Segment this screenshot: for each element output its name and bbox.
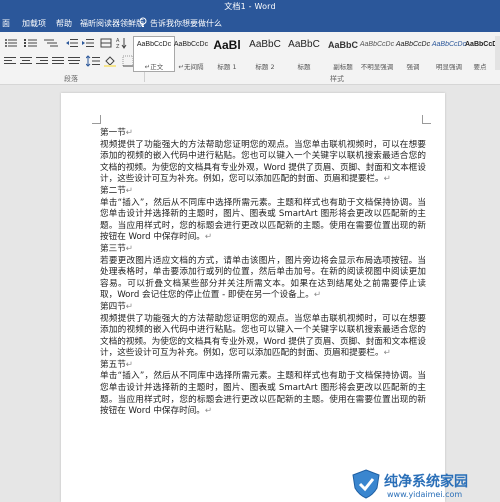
section-heading-3: 第三节↵ — [100, 244, 426, 256]
style-name: 明显强调 — [436, 63, 462, 71]
justify-icon[interactable] — [52, 56, 64, 66]
increase-indent-icon[interactable] — [82, 38, 94, 48]
style-strong[interactable]: AaBbCcDc 要点 — [464, 36, 496, 72]
document-body[interactable]: 第一节↵ 视频提供了功能强大的方法帮助您证明您的观点。当您单击联机视频时，可以在… — [100, 128, 426, 418]
paragraph-text: 第三节 — [100, 243, 126, 254]
style-preview: AaBbCcDc — [359, 41, 395, 48]
paragraph-mark: ↵ — [125, 185, 133, 196]
style-preview: AaBbCcDc — [465, 41, 495, 48]
styles-gallery-scrollbar[interactable] — [495, 36, 500, 70]
style-name: 强调 — [406, 63, 420, 71]
style-name: 不明显强调 — [360, 63, 394, 71]
style-name: 标题 2 — [255, 63, 275, 71]
paragraph-mark: ↵ — [204, 232, 213, 243]
paragraph-text: 第一节 — [100, 128, 126, 138]
style-heading-2[interactable]: AaBbC 标题 2 — [244, 36, 286, 72]
line-spacing-icon[interactable] — [86, 55, 100, 67]
section-heading-2: 第二节↵ — [100, 186, 426, 198]
tab-help[interactable]: 帮助 — [56, 18, 72, 29]
section-heading-1: 第一节↵ — [100, 128, 426, 140]
paragraph-text: 第二节 — [100, 185, 126, 196]
paragraph-text: 第四节 — [100, 301, 126, 312]
document-page[interactable]: 第一节↵ 视频提供了功能强大的方法帮助您证明您的观点。当您单击联机视频时，可以在… — [61, 93, 445, 502]
ribbon-tabs: 面 加载项 帮助 福昕阅读器领鲜版 告诉我你想要做什么 — [0, 14, 500, 32]
chinese-layout-icon[interactable] — [100, 37, 112, 49]
styles-group-label: 样式 — [330, 75, 344, 83]
paragraph-group-label: 段落 — [64, 75, 78, 83]
tab-addins[interactable]: 加载项 — [22, 18, 46, 29]
paragraph-mark: ↵ — [313, 290, 322, 301]
window-title: 文档1 - Word — [224, 2, 276, 11]
tab-view[interactable]: 面 — [2, 18, 10, 29]
paragraph-text: 若要更改图片适应文档的方式，请单击该图片，图片旁边将会显示布局选项按钮。当处理表… — [100, 255, 426, 301]
margin-corner-top-left — [92, 115, 101, 124]
tell-me-box[interactable]: 告诉我你想要做什么 — [138, 17, 278, 29]
section-paragraph-3: 若要更改图片适应文档的方式，请单击该图片，图片旁边将会显示布局选项按钮。当处理表… — [100, 256, 426, 302]
style-name: ↵无间隔 — [178, 63, 204, 71]
style-normal[interactable]: AaBbCcDc ↵正文 — [133, 36, 175, 72]
paragraph-text: 视频提供了功能强大的方法帮助您证明您的观点。当您单击联机视频时，可以在想要添加的… — [100, 313, 426, 359]
align-left-icon[interactable] — [4, 56, 16, 66]
bullets-icon[interactable] — [4, 38, 18, 48]
style-heading-1[interactable]: AaBl 标题 1 — [206, 36, 248, 72]
section-paragraph-2: 单击“插入”，然后从不同库中选择所需元素。主题和样式也有助于文档保持协调。当您单… — [100, 198, 426, 244]
style-name: 标题 — [297, 63, 311, 71]
multilevel-list-icon[interactable] — [44, 38, 58, 48]
paragraph-mark: ↵ — [125, 301, 133, 312]
site-watermark: 纯净系统家园 www.yidaimei.com — [351, 468, 500, 502]
align-right-icon[interactable] — [36, 56, 48, 66]
tab-foxit-reader[interactable]: 福昕阅读器领鲜版 — [80, 18, 144, 29]
title-bar: 文档1 - Word — [0, 0, 500, 14]
paragraph-text: 单击“插入”，然后从不同库中选择所需元素。主题和样式也有助于文档保持协调。当您单… — [100, 371, 426, 417]
style-preview: AaBbC — [288, 39, 320, 50]
paragraph-text: 单击“插入”，然后从不同库中选择所需元素。主题和样式也有助于文档保持协调。当您单… — [100, 197, 426, 243]
watermark-title: 纯净系统家园 — [384, 474, 468, 490]
paragraph-mark: ↵ — [125, 243, 133, 254]
style-title[interactable]: AaBbC 标题 — [283, 36, 325, 72]
paragraph-mark: ↵ — [125, 359, 133, 370]
paragraph-mark: ↵ — [125, 128, 133, 138]
style-name: ↵正文 — [144, 63, 164, 71]
tell-me-placeholder: 告诉我你想要做什么 — [150, 19, 222, 28]
margin-corner-top-right — [422, 115, 431, 124]
style-preview: AaBbCcDc — [431, 41, 467, 48]
paragraph-mark: ↵ — [383, 348, 391, 359]
numbering-icon[interactable] — [24, 38, 38, 48]
style-preview: AaBbCcDc — [136, 41, 172, 48]
svg-text:Z: Z — [116, 44, 120, 49]
watermark-url: www.yidaimei.com — [387, 490, 463, 499]
paragraph-text: 视频提供了功能强大的方法帮助您证明您的观点。当您单击联机视频时，可以在想要添加的… — [100, 139, 426, 185]
align-center-icon[interactable] — [20, 56, 32, 66]
style-name: 标题 1 — [217, 63, 237, 71]
style-preview: AaBbCcDc — [173, 41, 209, 48]
style-preview: AaBl — [213, 38, 241, 52]
shading-icon[interactable] — [104, 55, 116, 67]
sort-icon[interactable]: A Z — [116, 37, 128, 49]
section-heading-5: 第五节↵ — [100, 360, 426, 372]
ribbon: A Z 段落 AaBbCcDc ↵正文 AaBbCcDc ↵无间隔 AaBl 标… — [0, 32, 500, 85]
paragraph-mark: ↵ — [383, 174, 391, 185]
lightbulb-icon — [139, 17, 147, 27]
shield-logo-icon — [352, 469, 380, 499]
style-preview: AaBbCcDc — [395, 41, 431, 48]
paragraph-mark: ↵ — [204, 406, 213, 417]
section-heading-4: 第四节↵ — [100, 302, 426, 314]
style-preview: AaBbC — [249, 39, 281, 50]
section-paragraph-1: 视频提供了功能强大的方法帮助您证明您的观点。当您单击联机视频时，可以在想要添加的… — [100, 140, 426, 186]
distributed-icon[interactable] — [68, 56, 80, 66]
style-name: 要点 — [473, 63, 487, 71]
section-paragraph-4: 视频提供了功能强大的方法帮助您证明您的观点。当您单击联机视频时，可以在想要添加的… — [100, 314, 426, 360]
section-paragraph-5: 单击“插入”，然后从不同库中选择所需元素。主题和样式也有助于文档保持协调。当您单… — [100, 371, 426, 417]
decrease-indent-icon[interactable] — [66, 38, 78, 48]
paragraph-text: 第五节 — [100, 359, 126, 370]
